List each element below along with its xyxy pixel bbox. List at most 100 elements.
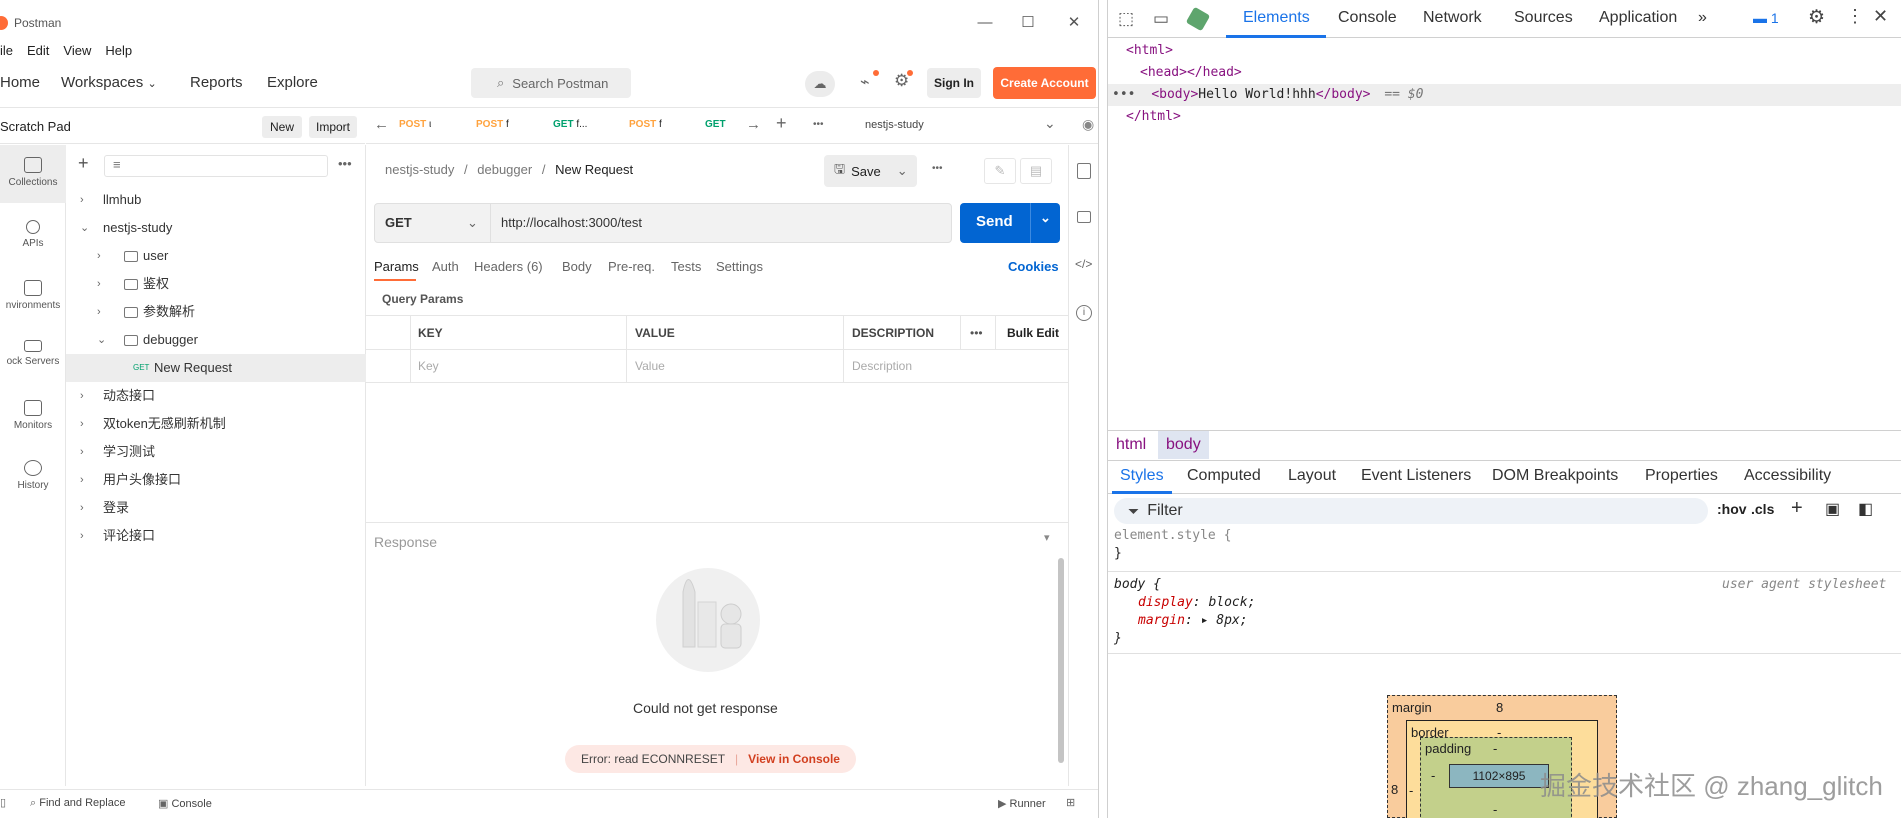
new-style-rule-icon[interactable]: + [1791, 497, 1803, 520]
tab-settings[interactable]: Settings [716, 259, 763, 274]
subtab-event-listeners[interactable]: Event Listeners [1361, 467, 1471, 485]
menu-help[interactable]: Help [105, 43, 132, 58]
rail-apis[interactable]: APIs [0, 220, 66, 249]
new-button[interactable]: New [262, 116, 302, 138]
styles-filter-input[interactable]: ⏷ Filter [1114, 498, 1708, 524]
comments-icon[interactable] [1077, 211, 1091, 223]
chevron-down-icon[interactable]: ⌄ [1040, 210, 1051, 226]
breadcrumb-folder[interactable]: debugger [477, 162, 532, 177]
send-button[interactable]: Send ⌄ [960, 203, 1060, 243]
tree-item-dynamic[interactable]: › 动态接口 [66, 382, 366, 410]
tree-item-token[interactable]: › 双token无感刷新机制 [66, 410, 366, 438]
breadcrumb-collection[interactable]: nestjs-study [385, 162, 454, 177]
find-replace-button[interactable]: ⌕ Find and Replace [30, 797, 125, 810]
console-button[interactable]: ▣ Console [158, 797, 212, 810]
toggle-sidebar-icon[interactable]: ◧ [1858, 499, 1873, 519]
rail-collections[interactable]: Collections [0, 145, 66, 203]
dom-node-html-close[interactable]: </html> [1108, 106, 1901, 128]
menu-file[interactable]: ile [0, 43, 13, 58]
info-icon[interactable]: i [1076, 305, 1092, 321]
create-account-button[interactable]: Create Account [993, 67, 1096, 99]
display-declaration[interactable]: display: block; [1138, 594, 1255, 612]
close-devtools-icon[interactable]: ✕ [1873, 6, 1888, 27]
box-margin-left-value[interactable]: 8 [1391, 782, 1398, 797]
settings-gear-icon[interactable]: ⚙ [1808, 6, 1825, 29]
method-select[interactable]: GET ⌄ [375, 204, 491, 242]
close-window-button[interactable]: ✕ [1062, 12, 1086, 34]
subtab-layout[interactable]: Layout [1288, 467, 1336, 485]
tab-headers[interactable]: Headers (6) [474, 259, 543, 274]
tree-item-comment[interactable]: › 评论接口 [66, 522, 366, 550]
documentation-icon[interactable] [1077, 163, 1091, 179]
tree-folder-auth[interactable]: › 鉴权 [66, 270, 366, 298]
response-scrollbar[interactable] [1058, 558, 1064, 763]
tab-network[interactable]: Network [1423, 9, 1482, 27]
tree-item-learn[interactable]: › 学习测试 [66, 438, 366, 466]
url-input[interactable]: http://localhost:3000/test [501, 204, 642, 242]
tab-sources[interactable]: Sources [1514, 9, 1573, 27]
new-tab-icon[interactable]: + [776, 113, 787, 134]
subtab-accessibility[interactable]: Accessibility [1744, 467, 1831, 485]
crumb-html[interactable]: html [1116, 436, 1146, 454]
dom-node-html[interactable]: <html> [1108, 40, 1901, 62]
subtab-styles[interactable]: Styles [1120, 467, 1164, 485]
subtab-computed[interactable]: Computed [1187, 467, 1261, 485]
tab-tests[interactable]: Tests [671, 259, 701, 274]
hov-toggle[interactable]: :hov [1717, 501, 1747, 517]
view-in-console-link[interactable]: View in Console [748, 752, 840, 766]
tab-params[interactable]: Params [374, 259, 419, 274]
tab-auth[interactable]: Auth [432, 259, 459, 274]
code-snippet-icon[interactable]: </> [1075, 257, 1092, 271]
tree-item-avatar[interactable]: › 用户头像接口 [66, 466, 366, 494]
issues-badge[interactable]: ▬ 1 [1753, 10, 1779, 26]
inspect-element-icon[interactable]: ⬚ [1118, 9, 1134, 29]
dom-node-head[interactable]: <head></head> [1108, 62, 1901, 84]
tree-item-login[interactable]: › 登录 [66, 494, 366, 522]
chevron-down-icon[interactable]: ⌄ [1044, 115, 1056, 132]
subtab-dom-breakpoints[interactable]: DOM Breakpoints [1492, 467, 1618, 485]
search-input[interactable]: ⌕ Search Postman [471, 68, 631, 98]
menu-view[interactable]: View [63, 43, 91, 58]
rail-monitors[interactable]: Monitors [0, 400, 66, 431]
key-input[interactable]: Key [418, 359, 439, 373]
runner-button[interactable]: ▶ Runner [998, 797, 1046, 810]
dom-node-body[interactable]: ••• <body>Hello World!hhh</body> == $0 [1108, 84, 1901, 106]
tree-item-nestjs-study[interactable]: ⌄ nestjs-study [66, 214, 366, 242]
arrow-left-icon[interactable]: ← [374, 116, 389, 133]
eye-icon[interactable]: ◉ [1082, 116, 1094, 133]
value-input[interactable]: Value [635, 359, 665, 373]
tab-pre-req[interactable]: Pre-req. [608, 259, 655, 274]
element-style-selector[interactable]: element.style { [1114, 527, 1231, 545]
nav-reports[interactable]: Reports [190, 74, 243, 91]
save-button[interactable]: 🖫 Save ⌄ [824, 155, 917, 187]
tab-application[interactable]: Application [1599, 9, 1677, 27]
cloud-off-icon[interactable]: ☁ [805, 71, 835, 97]
add-collection-icon[interactable]: + [78, 153, 89, 174]
edit-pencil-icon[interactable]: ✎ [984, 158, 1016, 184]
tab-2[interactable]: GET f... [553, 119, 587, 130]
cookies-link[interactable]: Cookies [1008, 259, 1059, 274]
cls-toggle[interactable]: .cls [1751, 501, 1774, 517]
tree-folder-param-parse[interactable]: › 参数解析 [66, 298, 366, 326]
box-content-size[interactable]: 1102×895 [1449, 764, 1549, 788]
more-options-icon[interactable]: ••• [338, 156, 352, 171]
maximize-button[interactable]: ☐ [1016, 12, 1040, 34]
nav-workspaces[interactable]: Workspaces ⌄ [61, 74, 157, 91]
collapse-triangle-icon[interactable]: ▾ [1044, 531, 1050, 544]
more-menu-kebab-icon[interactable]: ⋮ [1846, 6, 1864, 27]
crumb-body[interactable]: body [1158, 431, 1209, 459]
nav-explore[interactable]: Explore [267, 74, 318, 91]
device-toolbar-icon[interactable]: ▭ [1153, 9, 1169, 29]
subtab-properties[interactable]: Properties [1645, 467, 1718, 485]
tree-item-llmhub[interactable]: › llmhub [66, 186, 366, 214]
tree-folder-user[interactable]: › user [66, 242, 366, 270]
tab-body[interactable]: Body [562, 259, 592, 274]
rail-mock-servers[interactable]: ock Servers [0, 340, 66, 367]
sign-in-button[interactable]: Sign In [927, 68, 981, 98]
environment-select[interactable]: nestjs-study [865, 119, 924, 131]
tab-3[interactable]: POST f [629, 119, 662, 130]
more-tabs-icon[interactable]: ••• [813, 119, 824, 130]
import-button[interactable]: Import [309, 116, 357, 138]
tab-1[interactable]: POST f [476, 119, 509, 130]
more-request-options-icon[interactable]: ••• [932, 163, 943, 174]
